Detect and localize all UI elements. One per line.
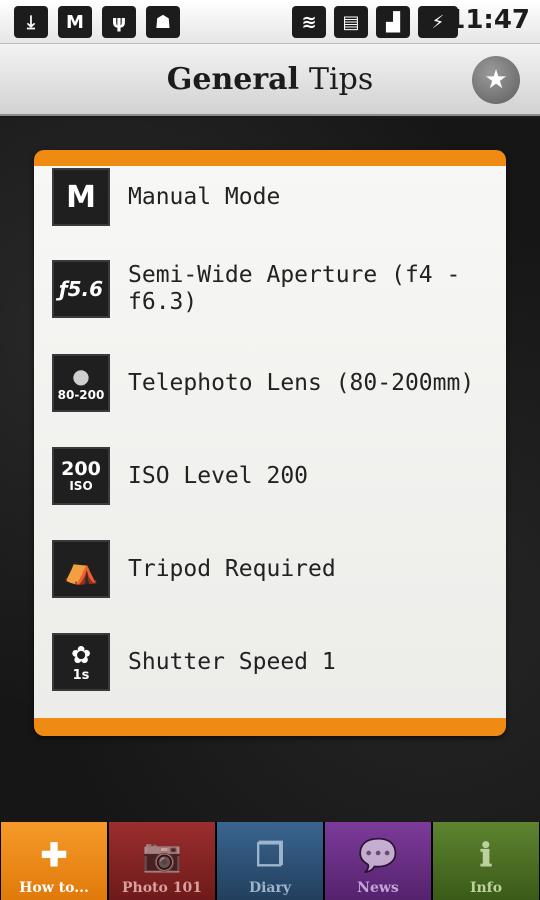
tripod-icon: ⛺ — [52, 540, 110, 598]
download-icon: ⤓ — [14, 6, 48, 38]
tip-label: Manual Mode — [128, 183, 281, 210]
tab-label: How to... — [19, 880, 89, 896]
sim-icon: ▤ — [334, 6, 368, 38]
tab-news[interactable]: 💬 News — [325, 822, 431, 900]
tip-telephoto-lens[interactable]: ● 80-200 Telephoto Lens (80-200mm) — [52, 354, 492, 412]
usb-icon: ψ — [102, 6, 136, 38]
tip-iso-level[interactable]: 200 ISO ISO Level 200 — [52, 447, 492, 505]
tab-label: News — [357, 880, 399, 896]
tab-photo-101[interactable]: 📷 Photo 101 — [109, 822, 215, 900]
wifi-icon: ≋ — [292, 6, 326, 38]
page-title-light: Tips — [309, 61, 374, 97]
tab-label: Info — [469, 880, 503, 896]
tip-label: Semi-Wide Aperture (f4 - f6.3) — [128, 262, 461, 315]
status-bar: ⤓ M ψ ☗ ≋ ▤ ▟ ⚡ 11:47 — [0, 0, 540, 44]
gmail-icon: M — [58, 6, 92, 38]
tip-label: Shutter Speed 1 — [128, 648, 336, 675]
tip-shutter-speed[interactable]: ✿ 1s Shutter Speed 1 — [52, 633, 492, 691]
clock: 11:47 — [447, 5, 530, 35]
tab-label: Diary — [248, 880, 292, 896]
star-icon: ★ — [484, 65, 508, 95]
tip-label: Telephoto Lens (80-200mm) — [128, 369, 475, 396]
tab-label: Photo 101 — [122, 880, 202, 896]
lens-icon: ● 80-200 — [52, 354, 110, 412]
tip-aperture[interactable]: ƒ5.6 Semi-Wide Aperture (f4 - f6.3) — [52, 260, 492, 318]
speech-bubble-icon: 💬 — [358, 836, 398, 874]
info-icon: ℹ — [479, 836, 493, 874]
diary-icon: ❐ — [255, 836, 285, 874]
favorite-star-button[interactable]: ★ — [472, 56, 520, 104]
tip-manual-mode[interactable]: M Manual Mode — [52, 168, 492, 226]
tip-label: ISO Level 200 — [128, 462, 309, 489]
iso-icon: 200 ISO — [52, 447, 110, 505]
puzzle-icon: ✚ — [40, 836, 68, 874]
page-title-bold: General — [166, 61, 300, 97]
signal-icon: ▟ — [376, 6, 410, 38]
tab-diary[interactable]: ❐ Diary — [217, 822, 323, 900]
tab-how-to[interactable]: ✚ How to... — [1, 822, 107, 900]
tip-tripod[interactable]: ⛺ Tripod Required — [52, 540, 492, 598]
tab-info[interactable]: ℹ Info — [433, 822, 539, 900]
title-bar: General Tips ★ — [0, 44, 540, 116]
tip-label: Tripod Required — [128, 555, 336, 582]
bottom-tab-bar: ✚ How to... 📷 Photo 101 ❐ Diary 💬 News ℹ… — [0, 822, 540, 900]
android-icon: ☗ — [146, 6, 180, 38]
shutter-icon: ✿ 1s — [52, 633, 110, 691]
manual-mode-icon: M — [52, 168, 110, 226]
camera-icon: 📷 — [142, 836, 182, 874]
aperture-icon: ƒ5.6 — [52, 260, 110, 318]
tips-card: M Manual Mode ƒ5.6 Semi-Wide Aperture (f… — [34, 150, 506, 736]
